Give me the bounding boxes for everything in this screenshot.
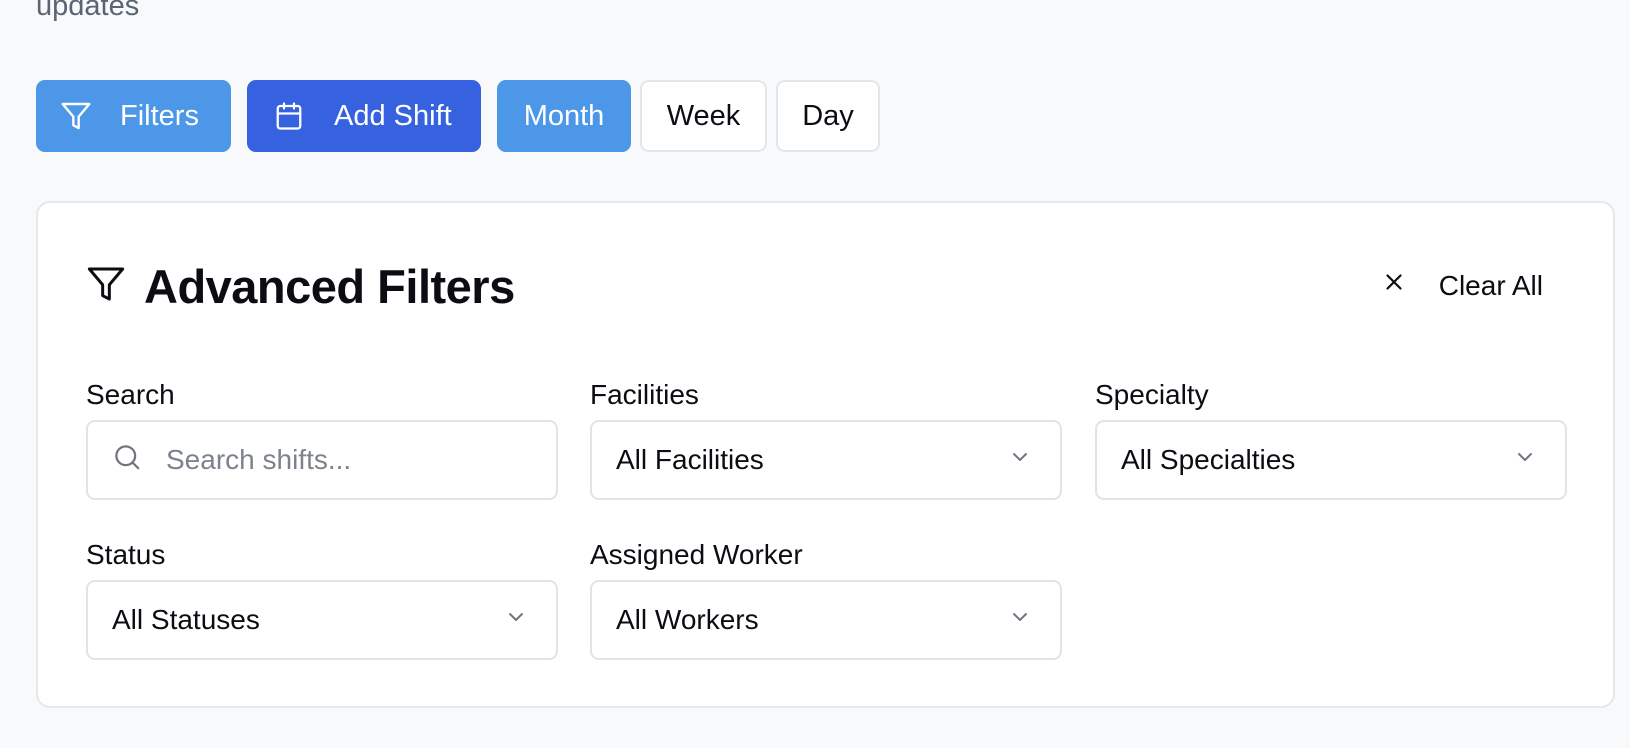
view-month-label: Month: [523, 99, 605, 132]
chevron-down-icon: [1513, 444, 1537, 476]
status-select[interactable]: All Statuses: [86, 580, 558, 660]
chevron-down-icon: [1008, 444, 1032, 476]
search-input[interactable]: [166, 444, 526, 476]
add-shift-button-label: Add Shift: [334, 99, 452, 132]
chevron-down-icon: [1008, 604, 1032, 636]
advanced-filters-panel: Advanced Filters Clear All Search Search…: [36, 201, 1615, 708]
view-month-button[interactable]: Month: [497, 80, 631, 152]
view-week-button[interactable]: Week: [640, 80, 767, 152]
facilities-select[interactable]: All Facilities: [590, 420, 1062, 500]
facilities-selected-value: All Facilities: [616, 444, 764, 475]
specialty-field: Specialty All Specialties: [1095, 378, 1567, 500]
filters-button-label: Filters: [120, 99, 199, 132]
panel-header: Advanced Filters: [86, 259, 515, 314]
view-day-button[interactable]: Day: [776, 80, 880, 152]
assigned-worker-label: Assigned Worker: [590, 539, 803, 570]
toolbar: Filters Add Shift Month Week Day: [36, 80, 880, 152]
filter-icon: [60, 100, 92, 132]
chevron-down-icon: [504, 604, 528, 636]
assigned-worker-select[interactable]: All Workers: [590, 580, 1062, 660]
clear-all-button[interactable]: Clear All: [1381, 269, 1543, 302]
close-icon: [1381, 269, 1407, 302]
assigned-worker-field: Assigned Worker All Workers: [590, 538, 1062, 660]
view-week-label: Week: [666, 99, 741, 132]
specialty-select[interactable]: All Specialties: [1095, 420, 1567, 500]
facilities-label: Facilities: [590, 379, 699, 410]
search-icon: [112, 442, 142, 479]
panel-title: Advanced Filters: [144, 260, 515, 313]
page-subtitle-partial: updates: [36, 0, 140, 22]
search-box[interactable]: [86, 420, 558, 500]
clear-all-label: Clear All: [1438, 269, 1543, 301]
specialty-label: Specialty: [1095, 379, 1209, 410]
add-shift-button[interactable]: Add Shift: [247, 80, 481, 152]
status-field: Status All Statuses: [86, 538, 558, 660]
filter-icon: [86, 264, 126, 309]
assigned-worker-selected-value: All Workers: [616, 604, 759, 635]
search-field: Search: [86, 378, 558, 500]
specialty-selected-value: All Specialties: [1121, 444, 1296, 475]
shift-schedule-page: updates Filters Add Shift Month Week Day…: [0, 0, 1630, 748]
search-label: Search: [86, 379, 175, 410]
calendar-icon: [274, 101, 304, 131]
status-selected-value: All Statuses: [112, 604, 260, 635]
filters-button[interactable]: Filters: [36, 80, 231, 152]
status-label: Status: [86, 539, 166, 570]
view-day-label: Day: [802, 99, 854, 132]
facilities-field: Facilities All Facilities: [590, 378, 1062, 500]
